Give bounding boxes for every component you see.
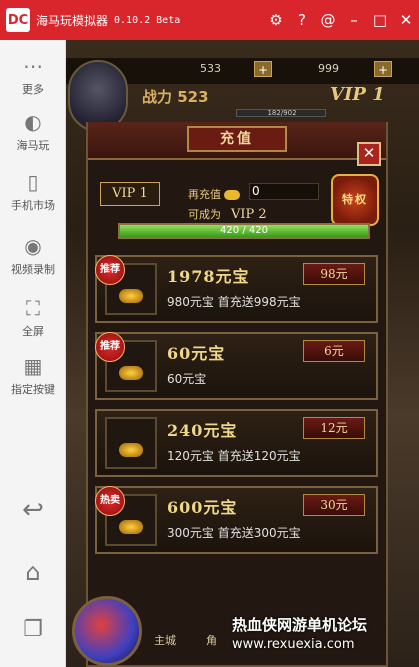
- gear-icon[interactable]: ⚙: [263, 0, 289, 40]
- gold-ingot-icon: [224, 190, 240, 200]
- haima-icon: ◐: [24, 110, 42, 134]
- add-resource-2-button[interactable]: +: [374, 61, 392, 77]
- sidebar-item-keymap[interactable]: ▦ 指定按键: [0, 354, 66, 397]
- recharge-more-label: 再充值: [188, 186, 243, 202]
- sidebar: ⋯ 更多 ◐ 海马玩 ▯ 手机市场 ◉ 视频录制 ⛶ 全屏 ▦ 指定按键 ↩ ⌂: [0, 40, 66, 667]
- item-desc: 120元宝 首充送120元宝: [167, 449, 301, 463]
- app-title: 海马玩模拟器: [36, 13, 109, 28]
- combat-power: 战力 523: [142, 88, 209, 106]
- price-button[interactable]: 98元: [303, 263, 365, 285]
- close-dialog-button[interactable]: ✕: [357, 142, 381, 166]
- current-vip-badge: VIP 1: [100, 182, 160, 206]
- sidebar-label: 全屏: [22, 325, 44, 338]
- watermark-title: 热血侠网游单机论坛: [232, 616, 368, 634]
- recharge-item[interactable]: 240元宝 12元 120元宝 首充送120元宝: [95, 409, 378, 477]
- price-button[interactable]: 30元: [303, 494, 365, 516]
- at-icon[interactable]: @: [315, 0, 341, 40]
- sidebar-label: 手机市场: [11, 199, 55, 212]
- gold-pile-icon: [119, 443, 143, 457]
- fullscreen-icon: ⛶: [26, 296, 40, 320]
- sidebar-item-market[interactable]: ▯ 手机市场: [0, 170, 66, 213]
- item-name: 60元宝: [167, 344, 226, 363]
- item-desc: 300元宝 首充送300元宝: [167, 526, 301, 540]
- home-icon: ⌂: [25, 558, 41, 586]
- become-text: 可成为: [188, 208, 221, 221]
- sidebar-label: 视频录制: [11, 263, 55, 276]
- recharge-item[interactable]: 推荐 60元宝 6元 60元宝: [95, 332, 378, 400]
- progress-text: 420 / 420: [220, 225, 268, 236]
- sidebar-item-haima[interactable]: ◐ 海马玩: [0, 110, 66, 153]
- item-desc: 980元宝 首充送998元宝: [167, 295, 301, 309]
- hp-text: 182/902: [267, 109, 297, 117]
- game-screen[interactable]: 533 + 999 + 战力 523 VIP 1 182/902 充值 ✕ VI…: [66, 40, 419, 667]
- price-button[interactable]: 12元: [303, 417, 365, 439]
- more-icon: ⋯: [23, 54, 43, 78]
- next-vip-level: VIP 2: [231, 207, 267, 222]
- sidebar-item-more[interactable]: ⋯ 更多: [0, 54, 66, 97]
- role-button[interactable]: 角: [206, 632, 217, 648]
- resource-1-value: 533: [200, 62, 221, 75]
- help-icon[interactable]: ?: [289, 0, 315, 40]
- keymap-icon: ▦: [23, 354, 43, 378]
- title-bar: DC 海马玩模拟器 0.10.2 Beta ⚙ ? @ – □ ✕: [0, 0, 419, 40]
- video-icon: ◉: [24, 234, 42, 258]
- price-button[interactable]: 6元: [303, 340, 365, 362]
- recommend-tag: 推荐: [95, 332, 125, 362]
- market-icon: ▯: [27, 170, 39, 194]
- hp-mp-orb: [72, 596, 142, 666]
- dialog-title: 充值: [187, 126, 287, 152]
- become-label: 可成为 VIP 2: [188, 206, 267, 222]
- item-name: 600元宝: [167, 498, 238, 517]
- minimize-icon[interactable]: –: [341, 0, 367, 40]
- sidebar-label: 指定按键: [11, 383, 55, 396]
- sidebar-item-video[interactable]: ◉ 视频录制: [0, 234, 66, 277]
- hot-sale-tag: 热卖: [95, 486, 125, 516]
- emulator-window: DC 海马玩模拟器 0.10.2 Beta ⚙ ? @ – □ ✕ ⋯ 更多 ◐…: [0, 0, 419, 667]
- gold-pile-icon: [119, 520, 143, 534]
- recent-apps-icon: ❐: [23, 617, 43, 642]
- recharge-more-text: 再充值: [188, 188, 221, 201]
- sidebar-item-fullscreen[interactable]: ⛶ 全屏: [0, 296, 66, 339]
- item-name: 1978元宝: [167, 267, 250, 286]
- app-logo: DC: [6, 8, 30, 32]
- vip-level[interactable]: VIP 1: [330, 84, 385, 105]
- sidebar-label: 海马玩: [16, 139, 50, 152]
- close-icon[interactable]: ✕: [393, 0, 419, 40]
- maximize-icon[interactable]: □: [367, 0, 393, 40]
- add-resource-1-button[interactable]: +: [254, 61, 272, 77]
- hp-bar: 182/902: [236, 109, 326, 117]
- item-desc: 60元宝: [167, 372, 207, 386]
- gold-pile-icon: [119, 366, 143, 380]
- recharge-item[interactable]: 热卖 600元宝 30元 300元宝 首充送300元宝: [95, 486, 378, 554]
- recharge-amount: 0: [252, 184, 260, 198]
- recharge-item[interactable]: 推荐 1978元宝 98元 980元宝 首充送998元宝: [95, 255, 378, 323]
- resource-2-value: 999: [318, 62, 339, 75]
- gold-pile-thumbnail: [105, 417, 157, 469]
- recommend-tag: 推荐: [95, 255, 125, 285]
- home-button[interactable]: ⌂: [0, 560, 66, 587]
- dialog-header: 充值: [88, 122, 386, 160]
- item-name: 240元宝: [167, 421, 238, 440]
- privilege-button[interactable]: 特权: [331, 174, 379, 226]
- gold-pile-icon: [119, 289, 143, 303]
- watermark-url: www.rexuexia.com: [232, 637, 355, 652]
- app-version: 0.10.2 Beta: [114, 14, 181, 26]
- back-icon: ↩: [22, 495, 44, 525]
- main-city-button[interactable]: 主城: [154, 632, 176, 648]
- privilege-label: 特权: [342, 193, 368, 206]
- recent-apps-button[interactable]: ❐: [0, 618, 66, 645]
- back-button[interactable]: ↩: [0, 495, 66, 525]
- sidebar-label: 更多: [22, 83, 44, 96]
- vip-progress-bar: 420 / 420: [118, 223, 370, 239]
